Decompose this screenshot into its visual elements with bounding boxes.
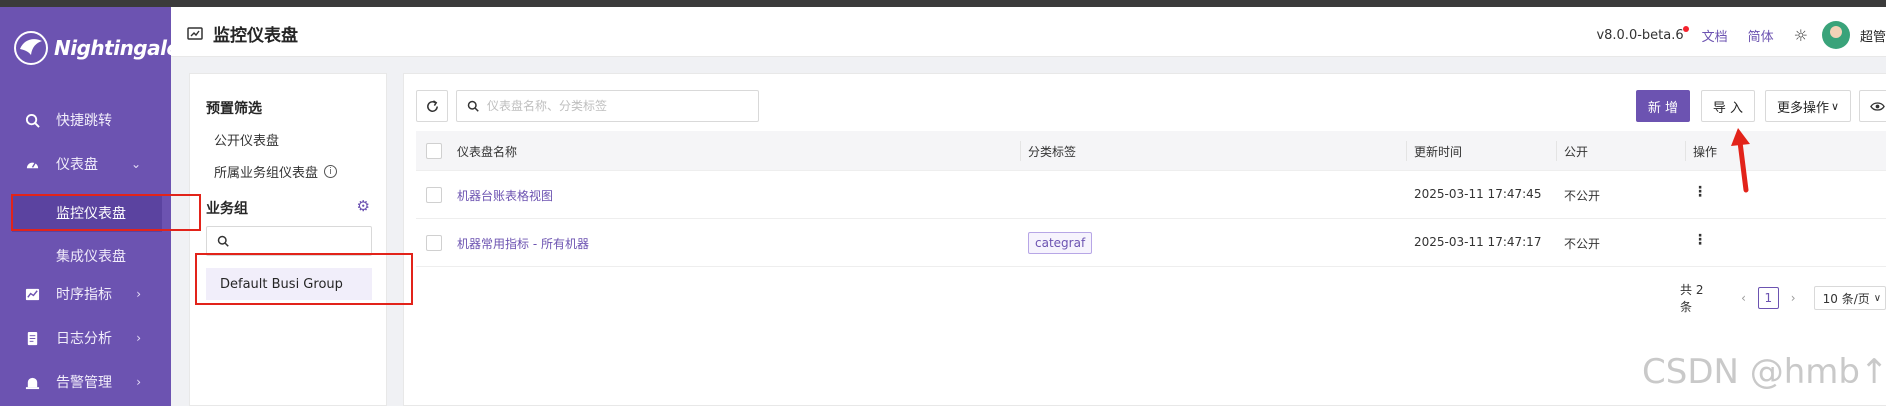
language-switch[interactable]: 简体 xyxy=(1748,26,1774,45)
select-all-checkbox[interactable] xyxy=(426,143,442,159)
sidebar-item-dashboard[interactable]: 仪表盘 ⌄ xyxy=(0,144,171,184)
group-search-input[interactable] xyxy=(206,226,372,256)
sidebar-item-alert-management[interactable]: 告警管理 › xyxy=(0,362,171,402)
column-visibility-button[interactable] xyxy=(1859,90,1886,122)
window-top-strip xyxy=(0,0,1886,7)
dashboard-name-link[interactable]: 机器台账表格视图 xyxy=(457,187,553,204)
chevron-right-icon: › xyxy=(136,287,141,301)
sidebar-item-label: 快捷跳转 xyxy=(56,113,112,129)
col-actions: 操作 xyxy=(1693,145,1718,159)
add-dashboard-button[interactable]: 新 增 xyxy=(1636,90,1690,122)
business-group-title: 业务组 xyxy=(206,201,248,217)
brand-logo[interactable]: Nightingale xyxy=(14,31,180,65)
sidebar-item-monitor-dashboard[interactable]: 监控仪表盘 xyxy=(12,194,162,232)
dashboard-updated: 2025-03-11 17:47:17 xyxy=(1414,235,1542,249)
prev-page-icon[interactable]: ‹ xyxy=(1733,287,1754,309)
page-title-text: 监控仪表盘 xyxy=(213,26,298,46)
gear-icon[interactable]: ⚙ xyxy=(357,197,370,215)
alarm-icon xyxy=(24,374,40,390)
filter-public-dashboards[interactable]: 公开仪表盘 xyxy=(214,130,279,149)
page-title: 监控仪表盘 xyxy=(187,21,298,46)
update-dot xyxy=(1682,25,1689,32)
table-row: 机器常用指标 - 所有机器 categraf 2025-03-11 17:47:… xyxy=(416,219,1886,267)
avatar[interactable] xyxy=(1822,21,1850,49)
filter-panel: 预置筛选 公开仪表盘 所属业务组仪表盘 i 业务组 ⚙ Default Busi… xyxy=(189,73,387,406)
dashboard-public: 不公开 xyxy=(1564,189,1601,203)
dashboard-updated: 2025-03-11 17:47:45 xyxy=(1414,187,1542,201)
search-icon xyxy=(24,112,40,128)
next-page-icon[interactable]: › xyxy=(1783,287,1804,309)
col-name: 仪表盘名称 xyxy=(457,145,518,159)
chevron-down-icon: ⌄ xyxy=(130,157,141,171)
dashboard-search[interactable] xyxy=(456,90,759,122)
page-size-select[interactable]: 10 条/页 ∨ xyxy=(1813,286,1886,310)
info-icon[interactable]: i xyxy=(324,165,338,178)
column-divider xyxy=(1406,141,1407,161)
filter-public-label: 公开仪表盘 xyxy=(214,134,280,149)
brand-name: Nightingale xyxy=(54,36,180,60)
watermark: CSDN @hmb↑ xyxy=(1642,352,1886,392)
chart-line-icon xyxy=(24,286,40,302)
sidebar-item-log-analysis[interactable]: 日志分析 › xyxy=(0,318,171,358)
row-more-icon[interactable]: ⋮ xyxy=(1693,184,1707,200)
refresh-icon xyxy=(426,99,438,112)
header-actions: v8.0.0-beta.6 文档 简体 ☼ 超管 xyxy=(1596,21,1886,49)
group-item-label: Default Busi Group xyxy=(220,276,343,292)
dashboard-public: 不公开 xyxy=(1564,237,1601,251)
table-row: 机器台账表格视图 2025-03-11 17:47:45 不公开 ⋮ xyxy=(416,171,1886,219)
dashboard-name-link[interactable]: 机器常用指标 - 所有机器 xyxy=(457,235,589,252)
chevron-right-icon: › xyxy=(136,375,141,389)
top-header: 监控仪表盘 v8.0.0-beta.6 文档 简体 ☼ 超管 xyxy=(171,7,1886,57)
col-updated: 更新时间 xyxy=(1414,145,1463,159)
row-checkbox[interactable] xyxy=(426,187,442,203)
dashboard-title-icon xyxy=(187,26,203,40)
row-more-icon[interactable]: ⋮ xyxy=(1693,232,1707,248)
theme-toggle-sun-icon[interactable]: ☼ xyxy=(1794,26,1808,45)
dashboard-tag-badge[interactable]: categraf xyxy=(1028,232,1093,254)
refresh-button[interactable] xyxy=(416,90,448,122)
dashboard-search-input[interactable] xyxy=(487,99,747,113)
pagination-total: 共 2 条 xyxy=(1680,283,1704,314)
chevron-down-icon: ∨ xyxy=(1873,292,1882,304)
col-tags: 分类标签 xyxy=(1028,145,1077,159)
sidebar: Nightingale 快捷跳转 仪表盘 ⌄ 监控仪表盘 集成仪表盘 时序指标 … xyxy=(0,7,180,406)
docs-link[interactable]: 文档 xyxy=(1702,26,1728,45)
search-icon xyxy=(467,100,479,112)
dashboard-icon xyxy=(24,156,40,172)
group-item-default[interactable]: Default Busi Group xyxy=(206,268,372,300)
sidebar-item-quick-jump[interactable]: 快捷跳转 xyxy=(0,100,171,140)
filter-group-label: 所属业务组仪表盘 xyxy=(214,166,319,181)
import-button[interactable]: 导 入 xyxy=(1701,90,1755,122)
sidebar-item-label: 告警管理 xyxy=(56,375,112,391)
table-header: 仪表盘名称 分类标签 更新时间 公开 操作 xyxy=(416,131,1886,171)
version-label[interactable]: v8.0.0-beta.6 xyxy=(1596,25,1689,43)
more-actions-button[interactable]: 更多操作 ∨ xyxy=(1765,90,1851,122)
eye-icon xyxy=(1869,101,1885,111)
col-public: 公开 xyxy=(1564,145,1589,159)
sidebar-item-integration-dashboard[interactable]: 集成仪表盘 xyxy=(0,237,171,275)
log-icon xyxy=(24,330,40,346)
search-icon xyxy=(217,235,229,247)
pagination: 共 2 条 ‹ 1 › 10 条/页 ∨ xyxy=(1680,281,1886,315)
column-divider xyxy=(1556,141,1557,161)
chevron-down-icon: ∨ xyxy=(1830,99,1840,113)
column-divider xyxy=(1685,141,1686,161)
page-current[interactable]: 1 xyxy=(1757,287,1779,309)
username[interactable]: 超管 xyxy=(1860,26,1886,45)
chevron-right-icon: › xyxy=(136,331,141,345)
sidebar-item-metrics[interactable]: 时序指标 › xyxy=(0,274,171,314)
preset-filter-title: 预置筛选 xyxy=(206,101,262,117)
page-size-value: 10 条/页 xyxy=(1822,291,1870,306)
column-divider xyxy=(1020,141,1021,161)
filter-group-dashboards[interactable]: 所属业务组仪表盘 i xyxy=(214,162,338,181)
sidebar-item-label: 时序指标 xyxy=(56,287,112,303)
sidebar-item-label: 日志分析 xyxy=(56,331,112,347)
more-actions-label: 更多操作 xyxy=(1776,100,1829,116)
nightingale-logo-icon xyxy=(14,31,48,65)
sidebar-item-label: 仪表盘 xyxy=(56,157,98,173)
sidebar-item-label: 监控仪表盘 xyxy=(56,206,126,222)
sidebar-item-label: 集成仪表盘 xyxy=(56,249,126,265)
row-checkbox[interactable] xyxy=(426,235,442,251)
version-text: v8.0.0-beta.6 xyxy=(1596,27,1684,43)
